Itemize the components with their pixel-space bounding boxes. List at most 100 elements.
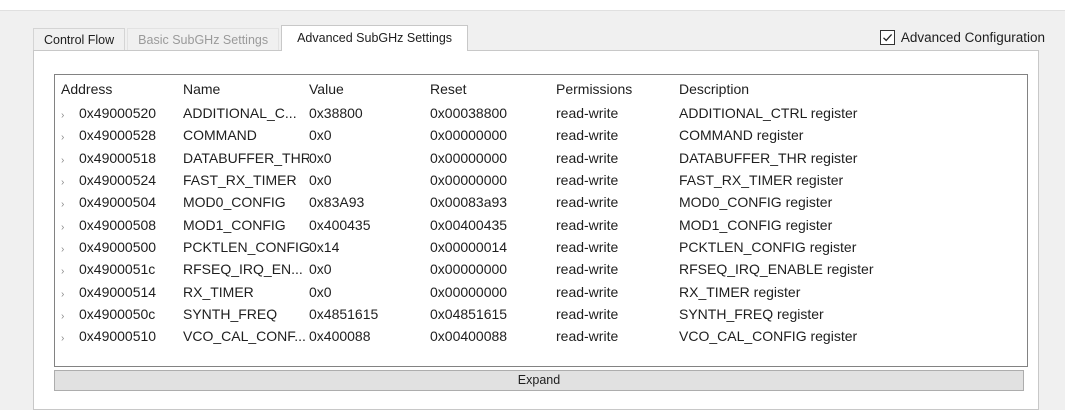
chevron-right-icon[interactable]: › bbox=[61, 132, 79, 143]
cell-name-text: VCO_CAL_CONF... bbox=[183, 328, 306, 345]
table-row[interactable]: › 0x4900051c RFSEQ_IRQ_EN... 0x0 0x00000000 r… bbox=[55, 258, 1027, 280]
cell-reset-text: 0x00083a93 bbox=[430, 194, 508, 211]
expand-button[interactable]: Expand bbox=[54, 370, 1024, 391]
cell-name: PCKTLEN_CONFIG bbox=[183, 239, 309, 255]
chevron-right-icon[interactable]: › bbox=[61, 177, 79, 188]
cell-permissions: read-write bbox=[556, 172, 679, 188]
cell-value-text: 0x400435 bbox=[309, 216, 371, 233]
cell-permissions-text: read-write bbox=[556, 328, 619, 345]
cell-permissions: read-write bbox=[556, 127, 679, 143]
cell-permissions: read-write bbox=[556, 150, 679, 166]
chevron-right-icon[interactable]: › bbox=[61, 199, 79, 210]
table-row[interactable]: › 0x49000500 PCKTLEN_CONFIG 0x14 0x00000014 r… bbox=[55, 236, 1027, 258]
cell-description-text: MOD1_CONFIG register bbox=[679, 216, 833, 233]
table-row[interactable]: › 0x49000510 VCO_CAL_CONF... 0x400088 0x0040… bbox=[55, 325, 1027, 347]
table-row[interactable]: › 0x49000514 RX_TIMER 0x0 0x00000000 read-wri… bbox=[55, 280, 1027, 302]
cell-description-text: DATABUFFER_THR register bbox=[679, 149, 858, 166]
cell-permissions-text: read-write bbox=[556, 238, 619, 255]
cell-reset-text: 0x00038800 bbox=[430, 105, 508, 122]
cell-permissions: read-write bbox=[556, 217, 679, 233]
cell-value: 0x400088 bbox=[309, 328, 430, 344]
advanced-configuration-checkbox[interactable]: Advanced Configuration bbox=[879, 30, 1045, 45]
cell-name: MOD0_CONFIG bbox=[183, 194, 309, 210]
table-body: › 0x49000520 ADDITIONAL_C... 0x38800 0x00038… bbox=[55, 102, 1027, 347]
cell-description-text: COMMAND register bbox=[679, 127, 804, 144]
cell-reset-text: 0x00000014 bbox=[430, 238, 508, 255]
column-header-permissions[interactable]: Permissions bbox=[556, 81, 679, 97]
cell-address-text: 0x49000520 bbox=[79, 105, 157, 122]
cell-name: VCO_CAL_CONF... bbox=[183, 328, 309, 344]
cell-address: › 0x4900050c bbox=[55, 306, 183, 322]
cell-name: RX_TIMER bbox=[183, 284, 309, 300]
cell-description-text: MOD0_CONFIG register bbox=[679, 194, 833, 211]
cell-address: › 0x4900051c bbox=[55, 261, 183, 277]
cell-value-text: 0x83A93 bbox=[309, 194, 365, 211]
cell-value-text: 0x38800 bbox=[309, 105, 363, 122]
cell-value-text: 0x400088 bbox=[309, 328, 371, 345]
cell-name-text: MOD1_CONFIG bbox=[183, 216, 286, 233]
checkmark-icon bbox=[882, 33, 892, 42]
cell-description: RFSEQ_IRQ_ENABLE register bbox=[679, 261, 1027, 277]
chevron-right-icon[interactable]: › bbox=[61, 222, 79, 233]
cell-reset: 0x00000014 bbox=[430, 239, 556, 255]
column-header-description[interactable]: Description bbox=[679, 81, 1027, 97]
cell-name-text: MOD0_CONFIG bbox=[183, 194, 286, 211]
chevron-right-icon[interactable]: › bbox=[61, 289, 79, 300]
chevron-right-icon[interactable]: › bbox=[61, 266, 79, 277]
tab-bar: Control Flow Basic SubGHz Settings Advan… bbox=[33, 25, 470, 51]
cell-name: SYNTH_FREQ bbox=[183, 306, 309, 322]
cell-description: FAST_RX_TIMER register bbox=[679, 172, 1027, 188]
cell-description-text: RX_TIMER register bbox=[679, 283, 801, 300]
column-header-address[interactable]: Address bbox=[55, 81, 183, 97]
table-row[interactable]: › 0x49000504 MOD0_CONFIG 0x83A93 0x00083a93 r… bbox=[55, 191, 1027, 213]
table-row[interactable]: › 0x49000524 FAST_RX_TIMER 0x0 0x00000000 rea… bbox=[55, 169, 1027, 191]
cell-address: › 0x49000520 bbox=[55, 105, 183, 121]
cell-name-text: FAST_RX_TIMER bbox=[183, 172, 297, 189]
cell-name: ADDITIONAL_C... bbox=[183, 105, 309, 121]
register-tree-table[interactable]: Address Name Value Reset Permissions Des… bbox=[54, 74, 1028, 367]
cell-permissions: read-write bbox=[556, 194, 679, 210]
tab-control-flow[interactable]: Control Flow bbox=[33, 28, 126, 51]
cell-name: FAST_RX_TIMER bbox=[183, 172, 309, 188]
cell-permissions-text: read-write bbox=[556, 127, 619, 144]
table-row[interactable]: › 0x49000518 DATABUFFER_THR 0x0 0x00000000 re… bbox=[55, 147, 1027, 169]
cell-value: 0x4851615 bbox=[309, 306, 430, 322]
checkbox-box[interactable] bbox=[879, 30, 895, 45]
cell-permissions-text: read-write bbox=[556, 305, 619, 322]
cell-address-text: 0x49000524 bbox=[79, 172, 157, 189]
column-header-value[interactable]: Value bbox=[309, 81, 430, 97]
chevron-right-icon[interactable]: › bbox=[61, 333, 79, 344]
cell-value-text: 0x4851615 bbox=[309, 305, 379, 322]
cell-reset: 0x00000000 bbox=[430, 127, 556, 143]
chevron-right-icon[interactable]: › bbox=[61, 311, 79, 322]
column-header-reset[interactable]: Reset bbox=[430, 81, 556, 97]
cell-value-text: 0x14 bbox=[309, 238, 340, 255]
cell-permissions: read-write bbox=[556, 328, 679, 344]
tab-basic-subghz-settings[interactable]: Basic SubGHz Settings bbox=[127, 28, 280, 51]
chevron-right-icon[interactable]: › bbox=[61, 110, 79, 121]
cell-address-text: 0x49000508 bbox=[79, 216, 157, 233]
cell-value: 0x14 bbox=[309, 239, 430, 255]
column-header-name[interactable]: Name bbox=[183, 81, 309, 97]
cell-description-text: RFSEQ_IRQ_ENABLE register bbox=[679, 261, 874, 278]
cell-address: › 0x49000524 bbox=[55, 172, 183, 188]
cell-value: 0x0 bbox=[309, 261, 430, 277]
cell-address-text: 0x49000510 bbox=[79, 328, 157, 345]
cell-address-text: 0x49000528 bbox=[79, 127, 157, 144]
cell-address-text: 0x49000518 bbox=[79, 149, 157, 166]
table-row[interactable]: › 0x49000508 MOD1_CONFIG 0x400435 0x00400435… bbox=[55, 213, 1027, 235]
cell-value: 0x0 bbox=[309, 127, 430, 143]
table-row[interactable]: › 0x4900050c SYNTH_FREQ 0x4851615 0x04851615… bbox=[55, 303, 1027, 325]
chevron-right-icon[interactable]: › bbox=[61, 244, 79, 255]
cell-address: › 0x49000500 bbox=[55, 239, 183, 255]
chevron-right-icon[interactable]: › bbox=[61, 155, 79, 166]
cell-description: DATABUFFER_THR register bbox=[679, 150, 1027, 166]
cell-description: RX_TIMER register bbox=[679, 284, 1027, 300]
window-top-edge bbox=[0, 0, 1065, 11]
cell-value: 0x38800 bbox=[309, 105, 430, 121]
table-row[interactable]: › 0x49000528 COMMAND 0x0 0x00000000 read-writ… bbox=[55, 124, 1027, 146]
tab-advanced-subghz-settings[interactable]: Advanced SubGHz Settings bbox=[281, 25, 469, 51]
table-row[interactable]: › 0x49000520 ADDITIONAL_C... 0x38800 0x00038… bbox=[55, 102, 1027, 124]
cell-value-text: 0x0 bbox=[309, 172, 332, 189]
cell-address-text: 0x49000504 bbox=[79, 194, 157, 211]
